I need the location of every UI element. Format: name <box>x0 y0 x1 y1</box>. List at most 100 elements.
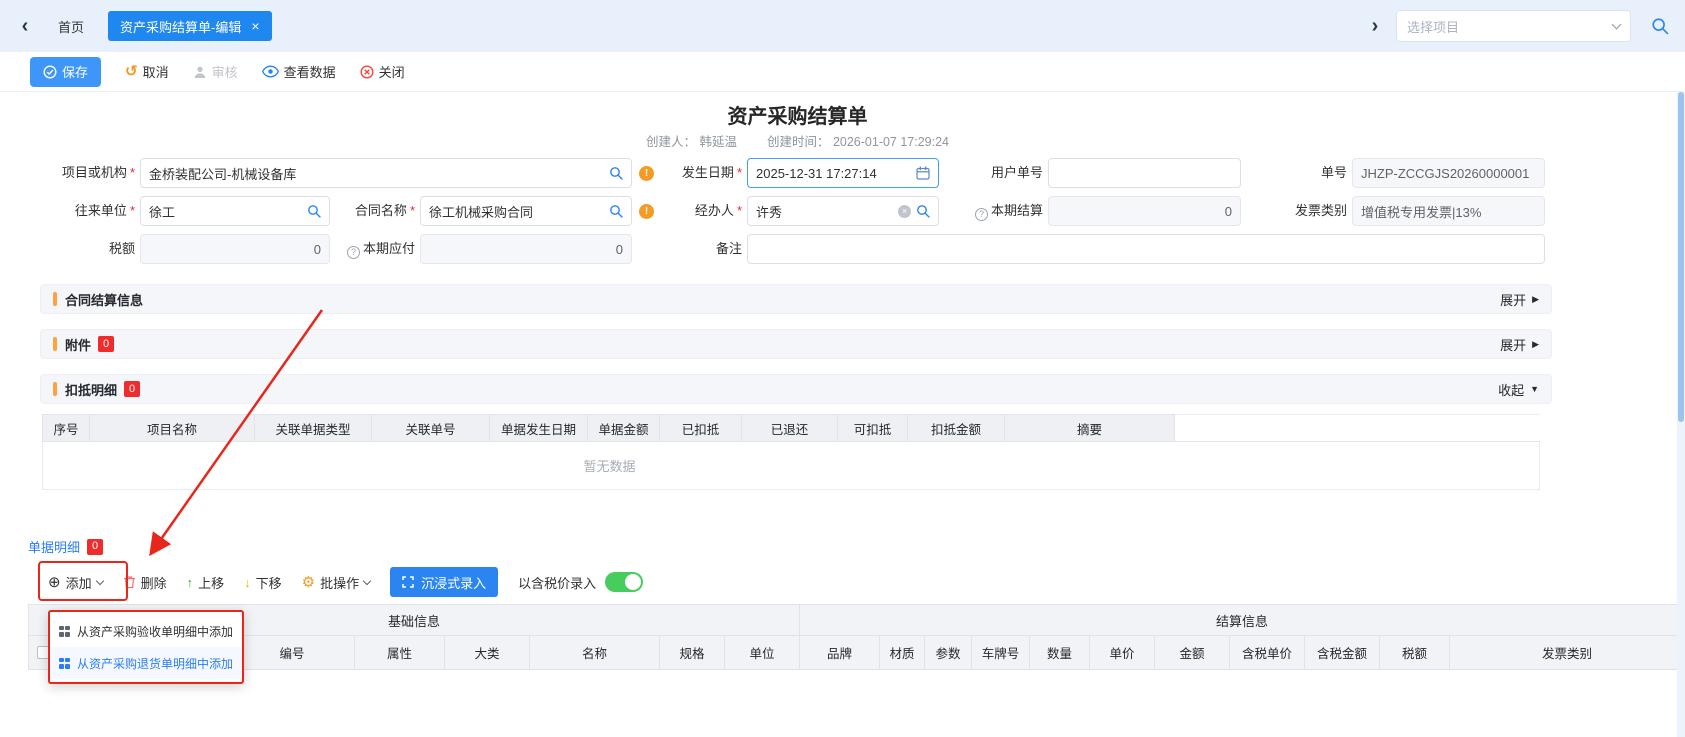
view-data-button[interactable]: 查看数据 <box>262 62 336 81</box>
menu-item-add-from-return[interactable]: 从资产采购退货单明细中添加 <box>50 647 242 679</box>
handler-input[interactable] <box>756 197 898 225</box>
expand-contract-settlement[interactable]: 展开 ▶ <box>1500 290 1539 309</box>
search-icon[interactable] <box>1651 17 1669 35</box>
project-org-input[interactable] <box>149 159 604 187</box>
view-data-label: 查看数据 <box>284 62 336 81</box>
attachments-count-badge: 0 <box>98 336 114 352</box>
chevron-down-icon <box>1612 20 1622 30</box>
info-icon: ? <box>347 246 360 259</box>
caret-down-icon: ▼ <box>1530 385 1539 394</box>
column-header: 大类 <box>445 636 530 670</box>
search-icon[interactable] <box>609 204 623 218</box>
add-button[interactable]: ⊕ 添加 <box>48 573 103 592</box>
detail-group-header: 基础信息 结算信息 <box>28 604 1685 636</box>
current-settlement-field-box <box>1048 196 1241 226</box>
section-marker <box>53 382 57 396</box>
section-marker <box>53 292 57 306</box>
cancel-button[interactable]: ↺ 取消 <box>125 62 169 81</box>
delete-button[interactable]: 删除 <box>123 573 167 592</box>
remark-input[interactable] <box>756 235 1536 263</box>
close-button[interactable]: 关闭 <box>360 62 405 81</box>
group-header-settlement: 结算信息 <box>800 604 1685 636</box>
column-header: 单据发生日期 <box>490 414 588 442</box>
current-payable-field-box <box>420 234 632 264</box>
tax-toggle-label: 以含税价录入 <box>518 573 596 592</box>
tab-asset-purchase-settlement-edit[interactable]: 资产采购结算单-编辑 × <box>108 11 272 41</box>
collapse-deduction[interactable]: 收起 ▼ <box>1498 380 1539 399</box>
menu-item-label: 从资产采购验收单明细中添加 <box>77 623 233 640</box>
user-icon <box>193 65 207 79</box>
counterparty-input[interactable] <box>149 197 302 225</box>
doc-no-input <box>1361 159 1536 187</box>
tax-inclusive-entry: 以含税价录入 <box>518 572 643 592</box>
detail-title-label: 单据明细 <box>28 537 80 556</box>
calendar-icon[interactable] <box>916 166 930 180</box>
project-select[interactable]: 选择项目 <box>1396 10 1631 42</box>
tax-inclusive-toggle[interactable] <box>605 572 643 592</box>
column-header: 车牌号 <box>972 636 1030 670</box>
contract-name-input[interactable] <box>429 197 604 225</box>
grid-icon <box>59 626 70 637</box>
tab-home[interactable]: 首页 <box>46 11 96 42</box>
user-no-input[interactable] <box>1057 159 1232 187</box>
chevron-down-icon <box>363 576 371 584</box>
project-org-field-box <box>140 158 632 188</box>
undo-icon: ↺ <box>125 64 138 79</box>
immersive-entry-button[interactable]: 沉浸式录入 <box>390 567 498 597</box>
section-marker <box>53 337 57 351</box>
clear-icon[interactable]: × <box>898 205 911 218</box>
page-title: 资产采购结算单 <box>0 100 1595 129</box>
expand-attachments[interactable]: 展开 ▶ <box>1500 335 1539 354</box>
action-toolbar: 保存 ↺ 取消 审核 查看数据 关闭 <box>0 52 1685 92</box>
column-header: 已退还 <box>742 414 838 442</box>
delete-label: 删除 <box>141 573 167 592</box>
column-header: 参数 <box>925 636 972 670</box>
batch-operations-button[interactable]: ⚙ 批操作 <box>302 573 370 592</box>
audit-button[interactable]: 审核 <box>193 62 238 81</box>
column-header: 单位 <box>725 636 800 670</box>
search-icon[interactable] <box>916 204 930 218</box>
move-up-label: 上移 <box>198 573 224 592</box>
tax-field-box <box>140 234 330 264</box>
grid-icon <box>59 658 70 669</box>
column-header: 已扣抵 <box>660 414 742 442</box>
column-header: 可扣抵 <box>838 414 908 442</box>
search-icon[interactable] <box>609 166 623 180</box>
doc-no-label: 单号 <box>1280 158 1347 188</box>
check-circle-icon <box>43 65 57 79</box>
column-header: 规格 <box>660 636 725 670</box>
menu-item-add-from-acceptance[interactable]: 从资产采购验收单明细中添加 <box>50 615 242 647</box>
tab-label: 资产采购结算单-编辑 <box>120 17 241 36</box>
back-chevron-icon[interactable]: ‹ <box>16 16 34 36</box>
move-down-button[interactable]: ↓ 下移 <box>244 573 282 592</box>
arrow-down-icon: ↓ <box>244 576 251 589</box>
column-header: 项目名称 <box>90 414 255 442</box>
search-icon[interactable] <box>307 204 321 218</box>
header-form: 项目或机构* ! 发生日期* 用户单号 单号 往来单位* 合同名称* <box>0 158 1685 268</box>
caret-right-icon: ▶ <box>1532 340 1539 349</box>
current-payable-input <box>429 235 623 263</box>
caret-right-icon: ▶ <box>1532 295 1539 304</box>
occur-date-field-box <box>747 158 939 188</box>
occur-date-input[interactable] <box>756 159 911 187</box>
required-mark: * <box>130 203 135 218</box>
column-header: 编号 <box>230 636 355 670</box>
save-button[interactable]: 保存 <box>30 57 101 87</box>
user-no-field-box <box>1048 158 1241 188</box>
move-up-button[interactable]: ↑ 上移 <box>187 573 225 592</box>
column-header: 关联单据类型 <box>255 414 372 442</box>
tax-input <box>149 235 321 263</box>
current-settlement-label: ?本期结算 <box>943 196 1043 226</box>
forward-chevron-icon[interactable]: › <box>1366 16 1384 36</box>
arrow-up-icon: ↑ <box>187 576 194 589</box>
column-header: 发票类别 <box>1450 636 1685 670</box>
header-filler <box>1175 414 1540 442</box>
section-deduction-detail: 扣抵明细 0 收起 ▼ <box>40 374 1552 404</box>
scrollbar-thumb[interactable] <box>1678 92 1684 422</box>
remark-label: 备注 <box>660 234 742 264</box>
required-mark: * <box>737 165 742 180</box>
deduction-table-header: 序号 项目名称 关联单据类型 关联单号 单据发生日期 单据金额 已扣抵 已退还 … <box>42 414 1540 442</box>
detail-section-title[interactable]: 单据明细 0 <box>28 537 103 556</box>
close-icon[interactable]: × <box>251 19 259 33</box>
current-settlement-input <box>1057 197 1232 225</box>
